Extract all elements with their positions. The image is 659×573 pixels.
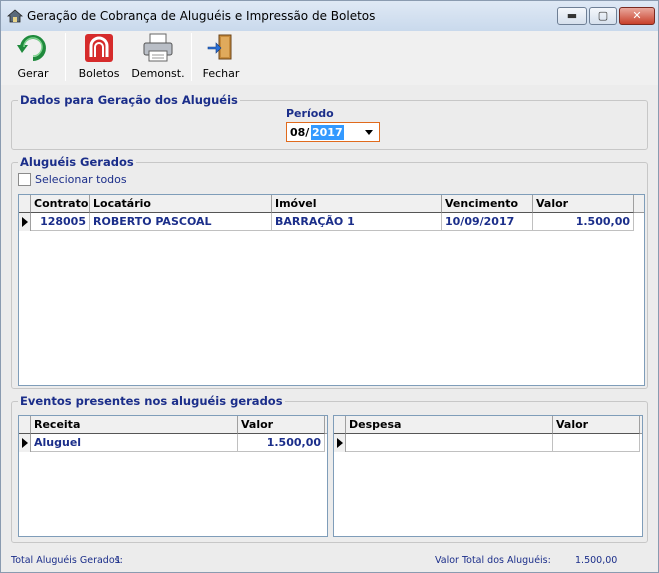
table-row[interactable]: Aluguel 1.500,00	[19, 434, 327, 452]
cell-imovel[interactable]: BARRAÇÃO 1	[272, 213, 442, 231]
col-receita-valor[interactable]: Valor	[238, 416, 325, 434]
toolbar-separator	[65, 33, 66, 81]
minimize-button[interactable]: ▬	[557, 7, 587, 25]
receita-table[interactable]: Receita Valor Aluguel 1.500,00	[18, 415, 328, 537]
row-pointer-icon	[337, 438, 343, 448]
title-bar[interactable]: Geração de Cobrança de Aluguéis e Impres…	[1, 1, 658, 31]
table-row[interactable]	[334, 434, 642, 452]
main-window: Geração de Cobrança de Aluguéis e Impres…	[0, 0, 659, 573]
header-indicator	[334, 416, 346, 434]
toolbar-separator	[191, 33, 192, 81]
col-imovel[interactable]: Imóvel	[272, 195, 442, 213]
gerar-button[interactable]: Gerar	[9, 31, 57, 83]
close-button[interactable]: ✕	[619, 7, 655, 25]
row-indicator	[334, 434, 346, 452]
row-indicator	[19, 213, 31, 231]
cell-receita[interactable]: Aluguel	[31, 434, 238, 452]
col-despesa-valor[interactable]: Valor	[553, 416, 640, 434]
dados-group-title: Dados para Geração dos Aluguéis	[18, 93, 240, 107]
printer-icon	[143, 33, 173, 62]
alugueis-group: Aluguéis Gerados Selecionar todos Contra…	[11, 155, 648, 389]
cell-contrato[interactable]: 128005	[31, 213, 90, 231]
col-contrato[interactable]: Contrato	[31, 195, 90, 213]
periodo-month: 08/	[290, 126, 310, 139]
house-icon	[7, 9, 23, 23]
header-indicator	[19, 195, 31, 213]
alugueis-table[interactable]: Contrato Locatário Imóvel Vencimento Val…	[18, 194, 645, 386]
total-alugueis-label: Total Aluguéis Gerados:	[11, 555, 123, 566]
exit-door-icon	[207, 34, 232, 60]
demonst-button[interactable]: Demonst.	[129, 31, 187, 83]
eventos-group-title: Eventos presentes nos aluguéis gerados	[18, 394, 285, 408]
col-valor[interactable]: Valor	[533, 195, 634, 213]
table-header: Contrato Locatário Imóvel Vencimento Val…	[19, 195, 644, 213]
cell-vencimento[interactable]: 10/09/2017	[442, 213, 533, 231]
header-indicator	[19, 416, 31, 434]
row-pointer-icon	[22, 438, 28, 448]
cell-despesa[interactable]	[346, 434, 553, 452]
select-all-checkbox[interactable]	[18, 173, 31, 186]
despesa-header: Despesa Valor	[334, 416, 642, 434]
chevron-down-icon[interactable]	[365, 130, 373, 135]
table-row[interactable]: 128005 ROBERTO PASCOAL BARRAÇÃO 1 10/09/…	[19, 213, 644, 231]
cell-receita-valor[interactable]: 1.500,00	[238, 434, 325, 452]
toolbar: Gerar Boletos Demonst. Fechar	[1, 31, 658, 85]
maximize-button[interactable]: ▢	[589, 7, 617, 25]
refresh-arrow-icon	[17, 35, 46, 61]
col-despesa[interactable]: Despesa	[346, 416, 553, 434]
total-alugueis-value: 1	[115, 555, 122, 566]
fechar-label: Fechar	[202, 67, 240, 80]
cell-locatario[interactable]: ROBERTO PASCOAL	[90, 213, 272, 231]
periodo-year[interactable]: 2017	[311, 125, 344, 140]
valor-total-label: Valor Total dos Aluguéis:	[435, 555, 551, 566]
bank-logo-icon	[85, 34, 113, 62]
boletos-button[interactable]: Boletos	[73, 31, 125, 83]
window-title: Geração de Cobrança de Aluguéis e Impres…	[27, 9, 376, 23]
gerar-label: Gerar	[17, 67, 49, 80]
col-vencimento[interactable]: Vencimento	[442, 195, 533, 213]
cell-valor[interactable]: 1.500,00	[533, 213, 634, 231]
alugueis-group-title: Aluguéis Gerados	[18, 155, 136, 169]
dados-group: Dados para Geração dos Aluguéis Período …	[11, 93, 648, 150]
periodo-label: Período	[286, 107, 334, 120]
col-receita[interactable]: Receita	[31, 416, 238, 434]
row-indicator	[19, 434, 31, 452]
periodo-select[interactable]: 08/ 2017	[286, 122, 380, 142]
receita-header: Receita Valor	[19, 416, 327, 434]
cell-despesa-valor[interactable]	[553, 434, 640, 452]
demonst-label: Demonst.	[131, 67, 185, 80]
col-locatario[interactable]: Locatário	[90, 195, 272, 213]
fechar-button[interactable]: Fechar	[199, 31, 243, 83]
select-all-label[interactable]: Selecionar todos	[35, 173, 127, 186]
despesa-table[interactable]: Despesa Valor	[333, 415, 643, 537]
valor-total-value: 1.500,00	[575, 555, 618, 566]
eventos-group: Eventos presentes nos aluguéis gerados R…	[11, 394, 648, 543]
boletos-label: Boletos	[78, 67, 120, 80]
row-pointer-icon	[22, 217, 28, 227]
